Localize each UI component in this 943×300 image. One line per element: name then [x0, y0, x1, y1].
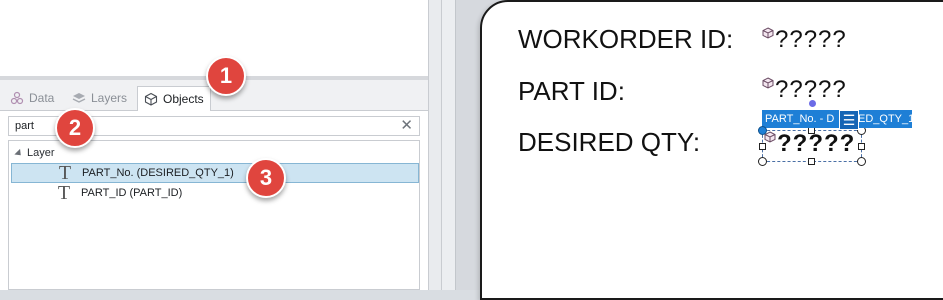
resize-handle-top[interactable] [808, 127, 815, 134]
step-badge-1: 1 [206, 56, 246, 96]
layers-icon [72, 93, 86, 103]
resize-handle-bottom-left[interactable] [758, 157, 767, 166]
anchor-handle[interactable] [758, 126, 767, 135]
tree-item-label: PART_No. (DESIRED_QTY_1) [82, 167, 234, 179]
layer-label: Layer [27, 147, 55, 159]
text-object-icon: T [57, 182, 71, 204]
resize-handle-left[interactable] [759, 143, 766, 150]
object-name-tooltip: PART_No. - D ED_QTY_1 [762, 110, 915, 128]
object-menu-icon[interactable]: ☰ [839, 110, 859, 130]
resize-handle-bottom-right[interactable] [857, 157, 866, 166]
objects-icon [144, 92, 158, 106]
tree-item-part-id[interactable]: T PART_ID (PART_ID) [11, 183, 419, 203]
desired-qty-label[interactable]: DESIRED QTY: [518, 127, 700, 158]
barcode-field-icon [762, 77, 774, 89]
part-id-value[interactable]: ????? [762, 76, 847, 104]
tab-objects[interactable]: Objects [137, 86, 211, 111]
resize-handle-bottom[interactable] [808, 158, 815, 165]
workorder-id-value[interactable]: ????? [762, 26, 847, 54]
tooltip-text-left: PART_No. - D [765, 113, 835, 125]
panel-splitter[interactable] [428, 0, 442, 290]
workorder-id-label[interactable]: WORKORDER ID: [518, 24, 733, 55]
resize-handle-right[interactable] [858, 143, 865, 150]
tab-objects-label: Objects [163, 92, 204, 106]
clear-search-icon[interactable]: ✕ [400, 118, 413, 134]
text-object-icon: T [58, 162, 72, 184]
tab-layers[interactable]: Layers [66, 86, 133, 110]
data-icon [10, 91, 24, 105]
tab-layers-label: Layers [91, 91, 128, 105]
tab-data[interactable]: Data [4, 86, 60, 110]
tree-item-part-no[interactable]: T PART_No. (DESIRED_QTY_1) [11, 163, 419, 183]
part-id-label[interactable]: PART ID: [518, 76, 625, 107]
barcode-field-icon [762, 27, 774, 39]
search-input-value[interactable]: part [15, 120, 34, 132]
tree-layer-node[interactable]: Layer [14, 147, 55, 159]
object-tree: Layer T PART_No. (DESIRED_QTY_1) T PART_… [8, 140, 420, 290]
tooltip-text-right: ED_QTY_1 [858, 113, 915, 125]
tree-item-label: PART_ID (PART_ID) [81, 187, 183, 199]
step-badge-2: 2 [55, 108, 95, 148]
rotate-handle[interactable] [809, 100, 816, 107]
collapse-triangle-icon[interactable] [14, 148, 24, 158]
tab-data-label: Data [29, 91, 55, 105]
vertical-ruler [442, 0, 456, 290]
step-badge-3: 3 [246, 158, 286, 198]
